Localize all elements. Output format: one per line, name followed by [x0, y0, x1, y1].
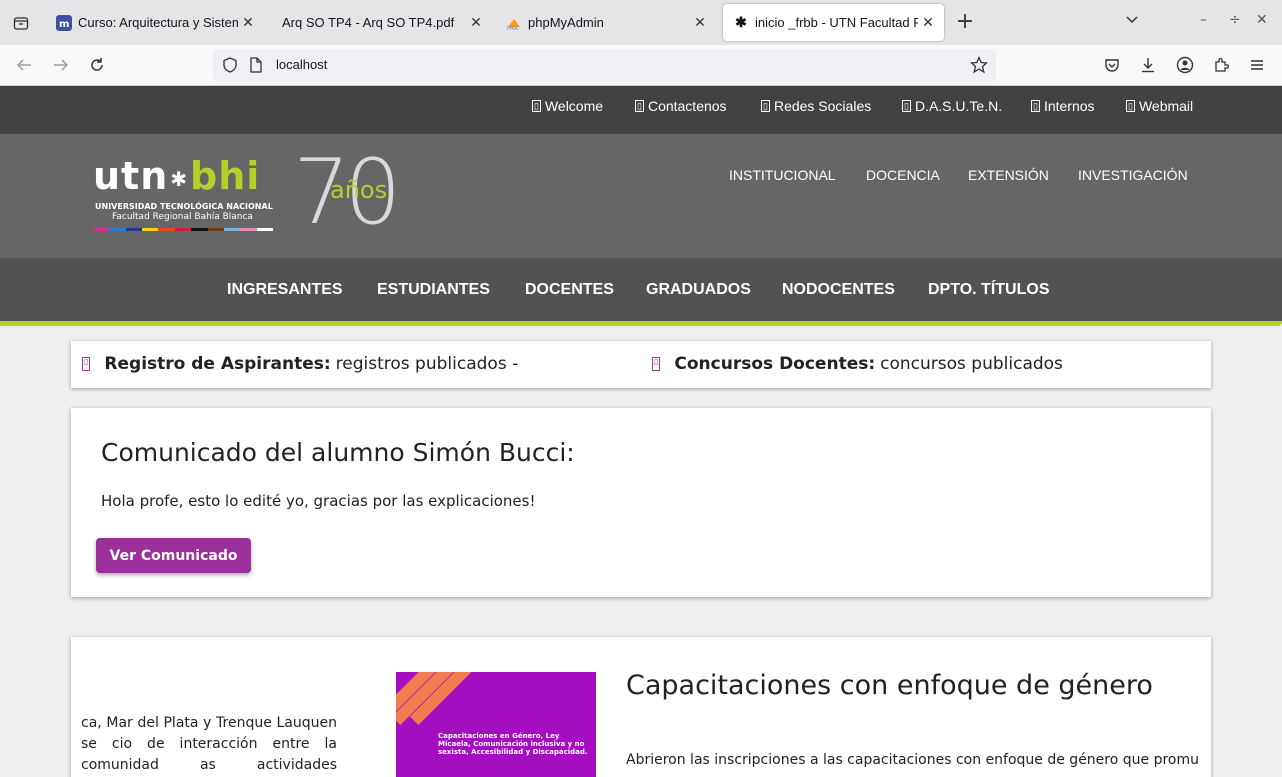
account-icon[interactable]	[1174, 54, 1196, 76]
news-carousel: ca, Mar del Plata y Trenque Lauquen se c…	[71, 637, 1211, 777]
reload-icon[interactable]	[86, 54, 108, 76]
ticker-item-registro[interactable]: ▯ Registro de Aspirantes: registros publ…	[82, 354, 518, 374]
link-icon: ▯	[1126, 100, 1135, 112]
pocket-icon[interactable]	[1101, 54, 1123, 76]
announcement-card: Comunicado del alumno Simón Bucci: Hola …	[71, 408, 1211, 597]
menu-docentes[interactable]: DOCENTES	[525, 281, 614, 299]
download-icon[interactable]	[1137, 54, 1159, 76]
maximize-icon[interactable]: ÷	[1229, 12, 1241, 28]
logo-university-name: UNIVERSIDAD TECNOLÓGICA NACIONAL	[95, 202, 273, 211]
nav-investigacion[interactable]: INVESTIGACIÓN	[1078, 167, 1188, 183]
browser-tab-bar: m Curso: Arquitectura y Sistema ✕ Arq SO…	[0, 0, 1282, 45]
tab-title: inicio _frbb - UTN Facultad Re	[755, 15, 918, 30]
close-tab-icon[interactable]: ✕	[466, 14, 486, 31]
shield-icon[interactable]	[222, 57, 238, 77]
phpmyadmin-icon: PMA	[506, 15, 522, 31]
browser-navigation-bar: localhost	[0, 45, 1282, 86]
ticker-label: Concursos Docentes:	[674, 354, 876, 374]
svg-text:PMA: PMA	[507, 26, 518, 31]
logo-wordmark: utn ✱bhi	[93, 154, 260, 198]
announcement-title: Comunicado del alumno Simón Bucci:	[101, 438, 575, 467]
site-header: utn ✱bhi UNIVERSIDAD TECNOLÓGICA NACIONAL…	[0, 134, 1282, 258]
ticker-label: Registro de Aspirantes:	[104, 354, 331, 374]
top-links-bar: ▯ Welcome ▯ Contactenos ▯ Redes Sociales ▯ D…	[0, 86, 1282, 134]
logo-faculty-name: Facultad Regional Bahía Blanca	[112, 212, 253, 222]
ticker-icon: ▯	[82, 357, 91, 371]
tab-title: Arq SO TP4 - Arq SO TP4.pdf	[282, 15, 455, 30]
top-link-welcome[interactable]: ▯ Welcome	[532, 98, 603, 114]
ticker-item-concursos[interactable]: ▯ Concursos Docentes: concursos publicad…	[652, 354, 1063, 374]
link-icon: ▯	[635, 100, 644, 112]
top-link-internos[interactable]: ▯ Internos	[1031, 98, 1095, 114]
logo-bhi-text: bhi	[190, 154, 261, 198]
page-icon[interactable]	[249, 57, 263, 77]
web-page: ▯ Welcome ▯ Contactenos ▯ Redes Sociales ▯ D…	[0, 86, 1282, 777]
close-tab-icon[interactable]: ✕	[690, 14, 710, 31]
ticker-text: concursos publicados	[880, 354, 1063, 374]
top-link-label: Webmail	[1138, 98, 1194, 114]
bookmark-star-icon[interactable]	[969, 55, 989, 78]
close-window-icon[interactable]: ✕	[1256, 12, 1268, 28]
utn-icon: ✱	[735, 14, 747, 30]
svg-text:m: m	[59, 19, 69, 30]
top-link-label: D.A.S.U.Te.N.	[914, 98, 1003, 114]
close-tab-icon[interactable]: ✕	[918, 14, 938, 31]
link-icon: ▯	[902, 100, 911, 112]
back-icon[interactable]	[13, 54, 35, 76]
ver-comunicado-button[interactable]: Ver Comunicado	[96, 538, 251, 573]
link-icon: ▯	[532, 100, 541, 112]
top-link-label: Contactenos	[647, 98, 727, 114]
browser-tab-active[interactable]: ✱ inicio _frbb - UTN Facultad Re ✕	[723, 4, 944, 41]
logo-utn-text: utn	[93, 154, 169, 198]
news-image[interactable]: Capacitaciones en Género, Ley Micaela, C…	[396, 672, 596, 777]
logo-color-bar	[93, 228, 273, 231]
top-link-contactenos[interactable]: ▯ Contactenos	[635, 98, 727, 114]
browser-tab[interactable]: Arq SO TP4 - Arq SO TP4.pdf ✕	[278, 0, 492, 45]
nav-institucional[interactable]: INSTITUCIONAL	[729, 167, 836, 183]
new-tab-icon[interactable]: +	[953, 10, 977, 34]
close-tab-icon[interactable]: ✕	[238, 14, 258, 31]
utn-emblem-icon: ✱	[170, 166, 189, 191]
browser-tab[interactable]: m Curso: Arquitectura y Sistema ✕	[52, 0, 264, 45]
top-link-label: Internos	[1043, 98, 1095, 114]
news-ticker: ▯ Registro de Aspirantes: registros publ…	[71, 341, 1211, 388]
tab-overflow-chevron-icon[interactable]	[1125, 12, 1139, 30]
extensions-icon[interactable]	[1210, 54, 1232, 76]
tab-title: Curso: Arquitectura y Sistema	[78, 15, 238, 30]
news-body: Abrieron las inscripciones a las capacit…	[626, 752, 1199, 768]
url-text[interactable]: localhost	[276, 57, 327, 72]
moodle-icon: m	[56, 14, 72, 31]
tab-title: phpMyAdmin	[528, 15, 604, 30]
nav-docencia[interactable]: DOCENCIA	[866, 167, 940, 183]
top-link-webmail[interactable]: ▯ Webmail	[1126, 98, 1193, 114]
menu-dpto-titulos[interactable]: DPTO. TÍTULOS	[928, 281, 1049, 299]
menu-graduados[interactable]: GRADUADOS	[646, 281, 751, 299]
main-menu: INGRESANTES ESTUDIANTES DOCENTES GRADUAD…	[0, 258, 1282, 326]
top-link-label: Welcome	[544, 98, 604, 114]
previous-slide-text: ca, Mar del Plata y Trenque Lauquen se c…	[81, 715, 337, 773]
nav-extension[interactable]: EXTENSIÓN	[968, 167, 1049, 183]
link-icon: ▯	[1031, 100, 1040, 112]
link-icon: ▯	[761, 100, 770, 112]
ticker-icon: ▯	[652, 357, 661, 371]
top-link-label: Redes Sociales	[773, 98, 872, 114]
news-title[interactable]: Capacitaciones con enfoque de género	[626, 670, 1153, 701]
minimize-icon[interactable]: –	[1200, 12, 1207, 28]
forward-icon[interactable]	[50, 54, 72, 76]
url-bar[interactable]: localhost	[213, 49, 996, 81]
top-link-redes-sociales[interactable]: ▯ Redes Sociales	[761, 98, 871, 114]
image-caption: Capacitaciones en Género, Ley Micaela, C…	[438, 732, 588, 756]
menu-nodocentes[interactable]: NODOCENTES	[782, 281, 895, 299]
browser-tab[interactable]: PMA phpMyAdmin ✕	[506, 0, 716, 45]
menu-icon[interactable]	[1246, 54, 1268, 76]
announcement-body: Hola profe, esto lo edité yo, gracias po…	[101, 492, 536, 510]
top-link-dasuten[interactable]: ▯ D.A.S.U.Te.N.	[902, 98, 1002, 114]
menu-estudiantes[interactable]: ESTUDIANTES	[377, 281, 490, 299]
tab-list-icon[interactable]	[6, 8, 36, 38]
ticker-text: registros publicados -	[335, 354, 519, 374]
logo-anios: años	[330, 176, 388, 204]
menu-ingresantes[interactable]: INGRESANTES	[227, 281, 343, 299]
